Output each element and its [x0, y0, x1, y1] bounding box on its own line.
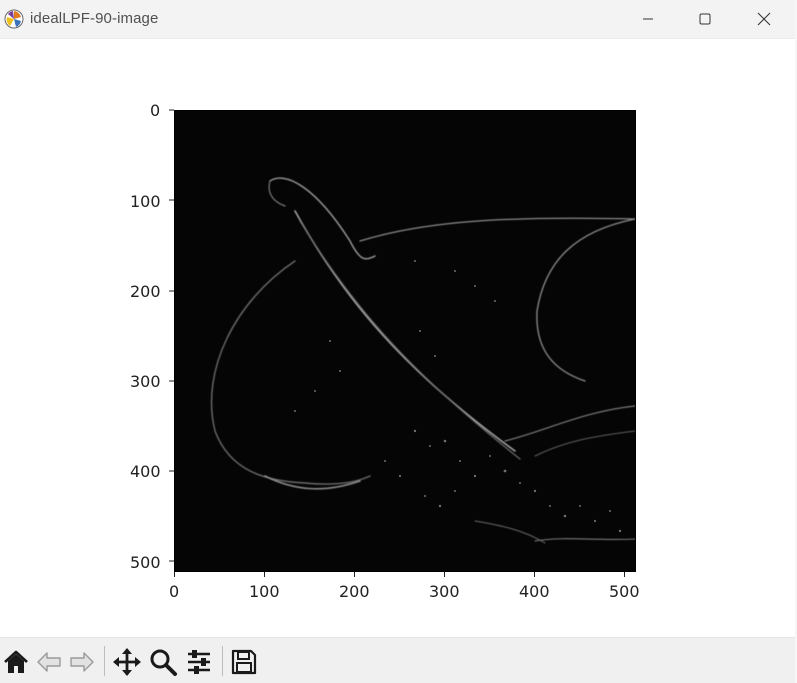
- filtered-image: [175, 111, 635, 571]
- configure-subplots-button[interactable]: [183, 646, 215, 678]
- y-axis: [169, 109, 174, 562]
- toolbar-separator: [222, 646, 223, 676]
- matplotlib-app-icon: [4, 9, 24, 29]
- x-tick-label: 0: [169, 582, 180, 601]
- y-tick-label: 0: [150, 101, 161, 120]
- close-icon: [757, 12, 771, 26]
- minimize-button[interactable]: [625, 0, 671, 38]
- maximize-icon: [699, 13, 711, 25]
- x-tick-label: 400: [519, 582, 550, 601]
- configure-subplots-icon: [188, 650, 210, 674]
- back-button[interactable]: [33, 646, 65, 678]
- home-icon: [4, 650, 28, 673]
- x-tick-label: 300: [429, 582, 460, 601]
- x-tick-label: 100: [249, 582, 280, 601]
- toolbar-separator: [104, 646, 105, 676]
- maximize-button[interactable]: [682, 0, 728, 38]
- forward-button[interactable]: [66, 646, 98, 678]
- zoom-button[interactable]: [147, 646, 179, 678]
- window-title: idealLPF-90-image: [30, 10, 159, 27]
- title-bar[interactable]: idealLPF-90-image: [0, 0, 795, 39]
- back-arrow-icon: [37, 652, 61, 672]
- pan-button[interactable]: [111, 646, 143, 678]
- save-icon: [231, 649, 257, 675]
- y-tick-label: 100: [130, 192, 161, 211]
- save-button[interactable]: [228, 646, 260, 678]
- close-button[interactable]: [741, 0, 787, 38]
- forward-arrow-icon: [70, 652, 94, 672]
- minimize-icon: [643, 18, 653, 20]
- y-tick-label: 300: [130, 372, 161, 391]
- zoom-icon: [150, 649, 177, 676]
- x-axis: [174, 572, 625, 577]
- y-tick-label: 400: [130, 462, 161, 481]
- figure-window: idealLPF-90-image 0 100 200 300 400 500 …: [0, 0, 796, 683]
- pan-icon: [113, 648, 141, 676]
- x-tick-label: 200: [339, 582, 370, 601]
- y-tick-label: 200: [130, 282, 161, 301]
- navigation-toolbar: [0, 637, 795, 683]
- x-tick-label: 500: [609, 582, 640, 601]
- image-axes[interactable]: [174, 110, 636, 572]
- y-tick-label: 500: [130, 553, 161, 572]
- home-button[interactable]: [0, 646, 32, 678]
